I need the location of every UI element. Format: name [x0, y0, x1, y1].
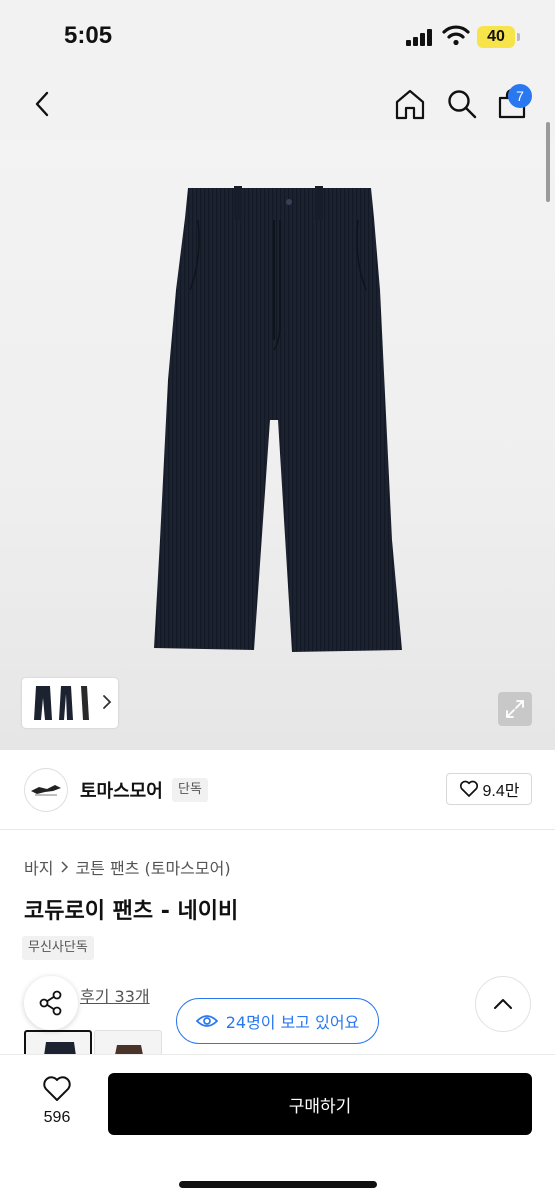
brand-like-button[interactable]: 9.4만: [446, 773, 532, 805]
live-viewers-indicator: 24명이 보고 있어요: [176, 998, 379, 1044]
brand-name[interactable]: 토마스모어: [80, 777, 163, 803]
variant-image: [115, 1045, 143, 1054]
review-link[interactable]: 후기 33개: [80, 983, 150, 1007]
search-button[interactable]: [442, 84, 482, 124]
thumbnail-strip[interactable]: [22, 678, 118, 728]
cart-count-badge: 7: [508, 84, 532, 108]
heart-icon: [459, 780, 478, 797]
heart-icon: [43, 1076, 71, 1101]
live-viewers-text: 24명이 보고 있어요: [225, 1013, 360, 1032]
wishlist-button[interactable]: 596: [26, 1075, 88, 1137]
exclusive-badge: 무신사단독: [22, 936, 94, 960]
brand-exclusive-badge: 단독: [172, 778, 208, 802]
color-variant-brown[interactable]: [94, 1030, 162, 1054]
product-image: [154, 186, 402, 652]
brand-row: 토마스모어 단독 9.4만: [0, 750, 555, 830]
battery-indicator: 40: [477, 26, 515, 48]
brand-logo[interactable]: [24, 768, 68, 812]
product-image-gallery[interactable]: [0, 140, 555, 750]
signal-icon: [406, 28, 436, 46]
home-icon: [395, 89, 425, 120]
status-time: 5:05: [64, 22, 113, 49]
share-button[interactable]: [24, 976, 78, 1030]
breadcrumb-subcategory[interactable]: 코튼 팬츠 (토마스모어): [75, 855, 230, 879]
wifi-icon: [442, 25, 470, 46]
breadcrumb: 바지 코튼 팬츠 (토마스모어): [24, 855, 231, 879]
chevron-right-icon: [61, 861, 69, 873]
brand-logo-icon: [31, 785, 61, 796]
breadcrumb-category[interactable]: 바지: [24, 855, 53, 879]
eye-icon: [195, 1015, 218, 1027]
scroll-to-top-button[interactable]: [475, 976, 531, 1032]
thumbnail-image: [34, 686, 89, 720]
search-icon: [448, 90, 477, 119]
color-variant-navy[interactable]: [24, 1030, 92, 1054]
expand-icon: [506, 700, 524, 718]
battery-tip: [517, 33, 520, 41]
chevron-right-icon: [103, 695, 112, 709]
buy-button[interactable]: 구매하기: [108, 1073, 532, 1135]
wishlist-count: 596: [43, 1109, 71, 1126]
nav-bar: [0, 72, 555, 140]
scroll-indicator: [546, 122, 550, 202]
share-icon: [39, 990, 62, 1016]
chevron-up-icon: [494, 999, 512, 1009]
bottom-action-bar: 596 구매하기: [0, 1054, 555, 1200]
expand-image-button[interactable]: [498, 692, 532, 726]
back-icon: [35, 91, 49, 117]
product-title: 코듀로이 팬츠 - 네이비: [24, 899, 239, 924]
home-indicator: [179, 1181, 377, 1188]
back-button[interactable]: [24, 84, 60, 124]
status-bar: 5:05 40: [0, 0, 555, 72]
home-button[interactable]: [390, 84, 430, 124]
variant-image: [44, 1042, 76, 1054]
brand-like-count: 9.4만: [482, 783, 520, 800]
